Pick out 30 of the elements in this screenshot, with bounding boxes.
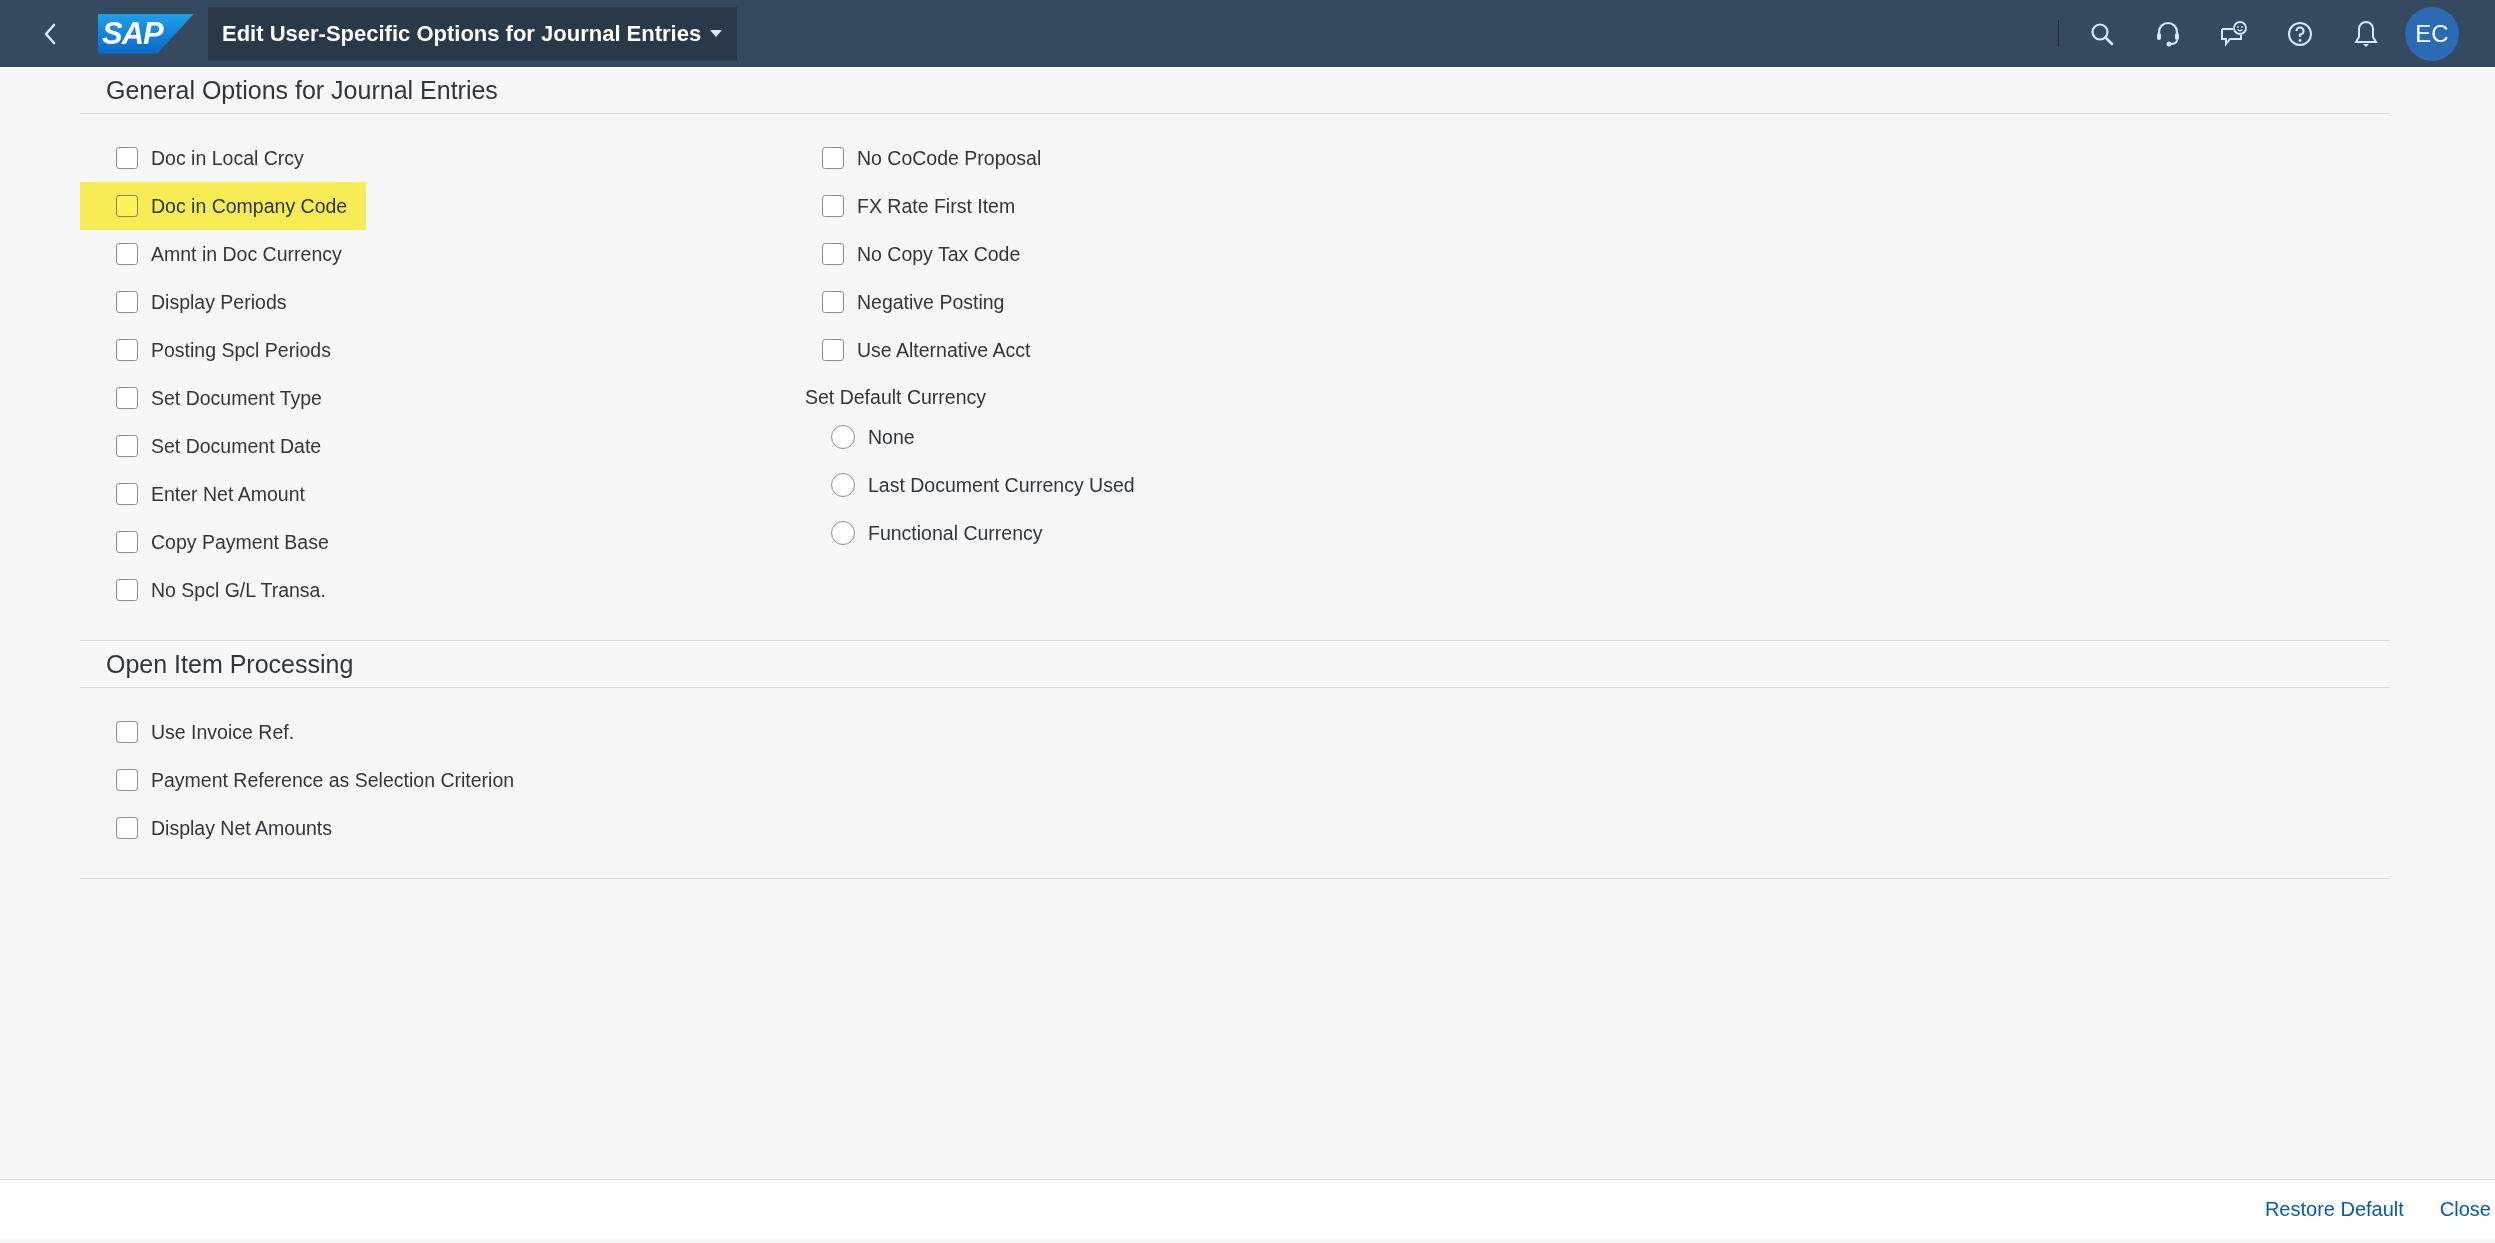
section-title: General Options for Journal Entries [80, 67, 2390, 114]
section-title: Open Item Processing [80, 641, 2390, 688]
checkbox-row[interactable]: Set Document Type [80, 374, 341, 422]
checkbox-row[interactable]: Use Alternative Acct [786, 326, 1050, 374]
caret-icon [709, 28, 724, 39]
checkbox-row[interactable]: Posting Spcl Periods [80, 326, 350, 374]
footer-button[interactable]: Close [2439, 1191, 2491, 1227]
app-title-menu[interactable]: Edit User-Specific Options for Journal Entries [208, 6, 738, 61]
checkbox-row[interactable]: Enter Net Amount [80, 470, 324, 518]
checkbox-row[interactable]: Display Periods [80, 278, 306, 326]
checkbox-row[interactable]: FX Rate First Item [786, 182, 1035, 230]
checkbox-row[interactable]: No CoCode Proposal [786, 134, 1061, 182]
checkbox-row[interactable]: Doc in Local Crcy [80, 134, 323, 182]
radio-option[interactable]: Last Document Currency Used [786, 461, 1154, 509]
highlighted-checkbox-row[interactable]: Doc in Company Code [80, 182, 367, 230]
checkbox-row[interactable]: Amnt in Doc Currency [80, 230, 361, 278]
group-label: Set Default Currency [804, 385, 987, 410]
checkbox-row[interactable]: Set Document Date [80, 422, 341, 470]
radio-option[interactable]: None [786, 413, 934, 461]
checkbox-row[interactable]: Copy Payment Base [80, 518, 348, 566]
footer-button[interactable]: Restore Default [2264, 1191, 2404, 1227]
checkbox-row[interactable]: No Copy Tax Code [786, 230, 1040, 278]
checkbox-row[interactable]: Use Invoice Ref. [80, 708, 314, 756]
radio-option[interactable]: Functional Currency [786, 509, 1062, 557]
checkbox-row[interactable]: Display Net Amounts [80, 804, 351, 852]
checkbox-row[interactable]: No Spcl G/L Transa. [80, 566, 345, 614]
checkbox-row[interactable]: Negative Posting [786, 278, 1024, 326]
checkbox-row[interactable]: Payment Reference as Selection Criterion [80, 756, 534, 804]
sap-logo[interactable]: SAP [98, 13, 194, 54]
user-avatar[interactable]: EC [2405, 6, 2459, 61]
